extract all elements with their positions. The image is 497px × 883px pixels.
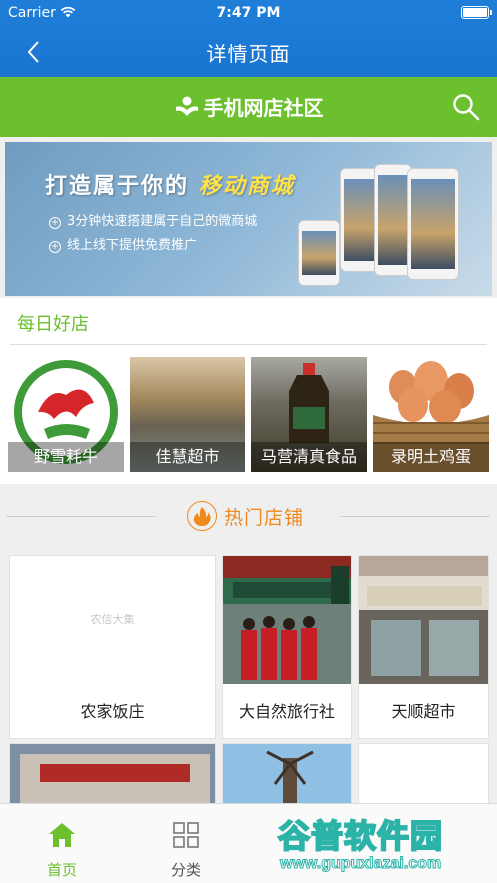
daily-shop-tile[interactable]: 野雪耗牛 bbox=[8, 357, 124, 472]
banner-title-highlight: 移动商城 bbox=[198, 174, 295, 199]
hot-shop-card[interactable] bbox=[222, 743, 352, 805]
shop-name: 大自然旅行社 bbox=[238, 702, 335, 721]
daily-shop-tile[interactable]: 录明土鸡蛋 bbox=[373, 357, 489, 472]
shop-label: 佳慧超市 bbox=[130, 442, 245, 472]
hot-shop-card[interactable] bbox=[358, 743, 489, 805]
daily-shop-tile[interactable]: 马营清真食品 bbox=[251, 357, 367, 472]
tab-label: 分类 bbox=[170, 861, 201, 879]
banner-line-1: +3分钟快速搭建属于自己的微商城 bbox=[49, 210, 257, 229]
plus-circle-icon: + bbox=[49, 241, 61, 253]
shop-image bbox=[223, 556, 351, 684]
screen: Carrier 7:47 PM 详情页面 手机网店社区 打造属于你的 移动商城 … bbox=[0, 0, 497, 883]
phone-mockup bbox=[407, 168, 459, 280]
banner-line-2: + 线上线下提供免费推广 bbox=[49, 234, 197, 253]
grid-icon bbox=[173, 822, 199, 848]
shop-image bbox=[10, 744, 215, 804]
brand-name: 手机网店社区 bbox=[203, 96, 324, 120]
hot-shop-card[interactable]: 天顺超市 bbox=[358, 555, 489, 739]
shop-image-placeholder: 农信大集 bbox=[10, 556, 215, 684]
divider bbox=[340, 516, 490, 517]
shop-name: 天顺超市 bbox=[391, 702, 456, 721]
watermark: 谷普软件园 www.gupuxlazai.com bbox=[272, 811, 494, 881]
flame-icon bbox=[187, 501, 217, 531]
daily-shops-section: 每日好店 野雪耗牛 佳慧超市 马营清真食品 录明土鸡蛋 bbox=[0, 298, 497, 484]
shop-image bbox=[359, 556, 488, 684]
phone-mockup bbox=[298, 220, 340, 286]
hot-shop-card[interactable] bbox=[9, 743, 216, 805]
plus-circle-icon: + bbox=[49, 217, 61, 229]
tab-home[interactable]: 首页 bbox=[0, 804, 124, 883]
brand-header: 手机网店社区 bbox=[0, 77, 497, 137]
tab-category[interactable]: 分类 bbox=[124, 804, 248, 883]
shop-image bbox=[223, 744, 351, 804]
hot-shops-header: 热门店铺 bbox=[0, 486, 497, 546]
section-title: 热门店铺 bbox=[224, 507, 305, 529]
brand-title: 手机网店社区 bbox=[0, 92, 497, 121]
hot-shop-card[interactable]: 大自然旅行社 bbox=[222, 555, 352, 739]
top-navigation-bar: Carrier 7:47 PM 详情页面 bbox=[0, 0, 497, 77]
divider bbox=[10, 344, 487, 345]
shop-name: 农家饭庄 bbox=[80, 702, 145, 721]
banner-line-text: 3分钟快速搭建属于自己的微商城 bbox=[67, 214, 258, 229]
hot-shop-card[interactable]: 农信大集 农家饭庄 bbox=[9, 555, 216, 739]
banner-title: 打造属于你的 移动商城 bbox=[45, 168, 295, 200]
watermark-url: www.gupuxlazai.com bbox=[279, 855, 442, 873]
divider bbox=[6, 516, 156, 517]
search-icon[interactable] bbox=[451, 92, 481, 122]
banner-line-text: 线上线下提供免费推广 bbox=[67, 238, 198, 253]
battery-icon bbox=[461, 6, 492, 19]
watermark-text: 谷普软件园 bbox=[277, 816, 444, 856]
banner-title-plain: 打造属于你的 bbox=[45, 174, 190, 199]
page-title: 详情页面 bbox=[206, 42, 291, 66]
brand-logo-icon bbox=[175, 96, 198, 116]
placeholder-logo: 农信大集 bbox=[90, 613, 135, 626]
shop-label: 野雪耗牛 bbox=[8, 442, 124, 472]
bottle-icon bbox=[289, 363, 329, 443]
section-title: 每日好店 bbox=[17, 314, 89, 335]
status-bar: Carrier 7:47 PM bbox=[0, 0, 497, 26]
status-time: 7:47 PM bbox=[216, 5, 281, 21]
tab-label: 首页 bbox=[46, 861, 77, 879]
daily-shop-tile[interactable]: 佳慧超市 bbox=[130, 357, 245, 472]
promo-banner[interactable]: 打造属于你的 移动商城 +3分钟快速搭建属于自己的微商城 + 线上线下提供免费推广 bbox=[5, 142, 492, 296]
home-icon bbox=[49, 823, 75, 847]
shop-label: 录明土鸡蛋 bbox=[373, 442, 489, 472]
shop-label: 马营清真食品 bbox=[251, 442, 367, 472]
